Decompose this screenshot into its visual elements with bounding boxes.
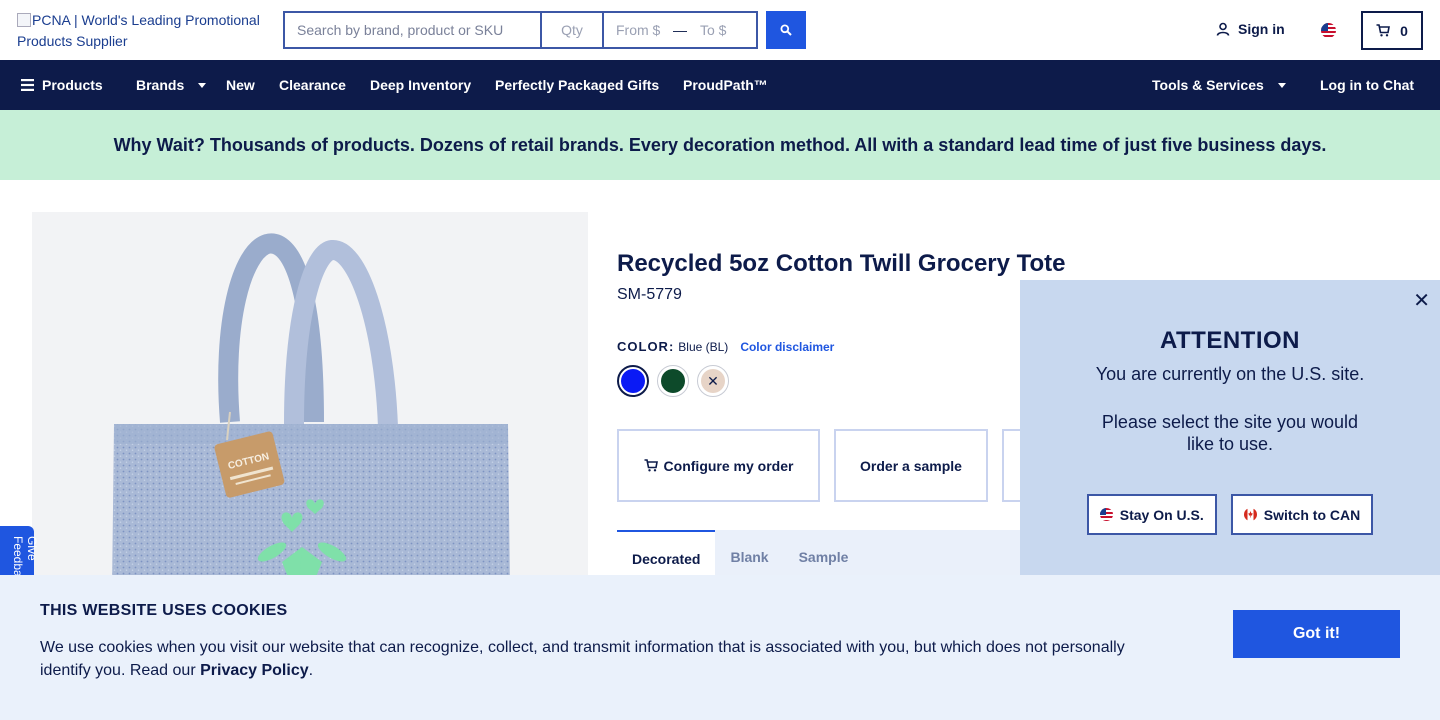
switch-can-button[interactable]: Switch to CAN <box>1230 494 1374 535</box>
sign-in-label: Sign in <box>1238 21 1285 37</box>
pricing-tabs: Decorated Blank Sample <box>617 530 1077 575</box>
price-from-input[interactable]: From $ <box>604 13 668 47</box>
price-to-input[interactable]: To $ <box>692 13 756 47</box>
modal-select-site-text: Please select the site you would like to… <box>1101 412 1359 454</box>
search-input[interactable]: Search by brand, product or SKU <box>285 13 542 47</box>
nav-new-label: New <box>226 77 255 93</box>
swatch-natural[interactable]: ✕ <box>697 365 729 397</box>
color-selector-label: COLOR: Blue (BL) Color disclaimer <box>617 339 834 354</box>
canada-flag-icon <box>1243 508 1257 521</box>
tote-bag-illustration: COTTON <box>112 233 510 592</box>
product-image[interactable]: COTTON <box>32 212 588 592</box>
cart-button[interactable]: 0 <box>1361 11 1423 50</box>
close-icon: ✕ <box>707 372 719 389</box>
order-sample-label: Order a sample <box>860 457 962 474</box>
us-flag-icon <box>1099 508 1113 521</box>
swatch-natural-dot: ✕ <box>701 369 725 393</box>
cookie-banner: THIS WEBSITE USES COOKIES We use cookies… <box>0 575 1440 720</box>
swatch-blue-dot <box>621 369 645 393</box>
nav-products-label: Products <box>42 77 103 93</box>
cart-count: 0 <box>1400 22 1408 39</box>
site-header: PCNA | World's Leading Promotional Produ… <box>0 0 1440 60</box>
cookie-period: . <box>308 662 314 679</box>
swatch-green-dot <box>661 369 685 393</box>
color-label: COLOR: <box>617 339 675 354</box>
promo-banner: Why Wait? Thousands of products. Dozens … <box>0 110 1440 180</box>
nav-chat-label: Log in to Chat <box>1320 77 1415 93</box>
cart-icon <box>1376 24 1391 37</box>
broken-image-icon <box>17 13 31 27</box>
nav-perfectly-packaged-gifts[interactable]: Perfectly Packaged Gifts <box>495 77 659 93</box>
stay-us-button[interactable]: Stay On U.S. <box>1086 494 1217 535</box>
switch-can-label: Switch to CAN <box>1263 506 1361 523</box>
nav-deep-inventory[interactable]: Deep Inventory <box>370 77 471 93</box>
qty-input[interactable]: Qty <box>542 13 604 47</box>
cart-icon <box>644 459 658 472</box>
nav-brands[interactable]: Brands <box>136 77 207 93</box>
privacy-policy-link[interactable]: Privacy Policy <box>200 662 309 679</box>
tab-decorated[interactable]: Decorated <box>617 530 716 575</box>
chevron-down-icon <box>198 82 207 88</box>
nav-proudpath[interactable]: ProudPath™ <box>683 77 768 93</box>
nav-clearance-label: Clearance <box>279 77 346 93</box>
swatch-green[interactable] <box>657 365 689 397</box>
price-range-dash: — <box>673 22 687 38</box>
nav-deep-inventory-label: Deep Inventory <box>370 77 472 93</box>
nav-login-chat[interactable]: Log in to Chat <box>1320 77 1414 93</box>
modal-buttons: Stay On U.S. Switch to CAN <box>1020 494 1440 535</box>
cookie-heading: THIS WEBSITE USES COOKIES <box>40 602 288 619</box>
search-button[interactable] <box>766 11 806 49</box>
product-sku: SM-5779 <box>617 286 682 303</box>
selected-color: Blue (BL) <box>678 340 729 354</box>
sign-in-link[interactable]: Sign in <box>1216 21 1285 37</box>
nav-clearance[interactable]: Clearance <box>279 77 346 93</box>
nav-products[interactable]: Products <box>21 77 103 93</box>
swatch-blue[interactable] <box>617 365 649 397</box>
nav-new[interactable]: New <box>226 77 255 93</box>
main-nav: Products Brands New Clearance Deep Inven… <box>0 60 1440 110</box>
nav-tools-label: Tools & Services <box>1152 77 1264 93</box>
search-bar: Search by brand, product or SKU Qty From… <box>283 11 758 49</box>
product-actions: Configure my order Order a sample <box>617 429 1062 502</box>
logo-alt-text: PCNA | World's Leading Promotional Produ… <box>17 12 260 49</box>
color-swatches: ✕ <box>617 365 729 397</box>
nav-proudpath-label: ProudPath™ <box>683 77 768 93</box>
product-title: Recycled 5oz Cotton Twill Grocery Tote <box>617 250 1066 277</box>
order-sample-button[interactable]: Order a sample <box>834 429 988 502</box>
nav-gifts-label: Perfectly Packaged Gifts <box>495 77 660 93</box>
user-icon <box>1216 22 1230 36</box>
nav-brands-label: Brands <box>136 77 185 93</box>
nav-tools-services[interactable]: Tools & Services <box>1152 77 1286 93</box>
close-icon[interactable]: ✕ <box>1413 288 1430 313</box>
chevron-down-icon <box>1277 82 1286 88</box>
modal-current-site-text: You are currently on the U.S. site. <box>1095 364 1365 384</box>
cookie-accept-button[interactable]: Got it! <box>1233 610 1400 658</box>
promo-banner-text: Why Wait? Thousands of products. Dozens … <box>113 134 1327 155</box>
configure-order-label: Configure my order <box>663 457 794 474</box>
color-disclaimer-link[interactable]: Color disclaimer <box>740 340 834 354</box>
hamburger-icon <box>21 79 34 91</box>
tab-sample[interactable]: Sample <box>784 530 864 575</box>
cookie-body: We use cookies when you visit our websit… <box>40 636 1150 682</box>
us-flag-icon[interactable] <box>1321 23 1336 38</box>
region-select-modal: ✕ ATTENTION You are currently on the U.S… <box>1020 280 1440 575</box>
configure-order-button[interactable]: Configure my order <box>617 429 820 502</box>
logo-link[interactable]: PCNA | World's Leading Promotional Produ… <box>17 10 267 52</box>
search-icon <box>780 24 792 36</box>
stay-us-label: Stay On U.S. <box>1119 506 1204 523</box>
modal-heading: ATTENTION <box>1159 327 1301 354</box>
tab-blank[interactable]: Blank <box>715 530 783 575</box>
